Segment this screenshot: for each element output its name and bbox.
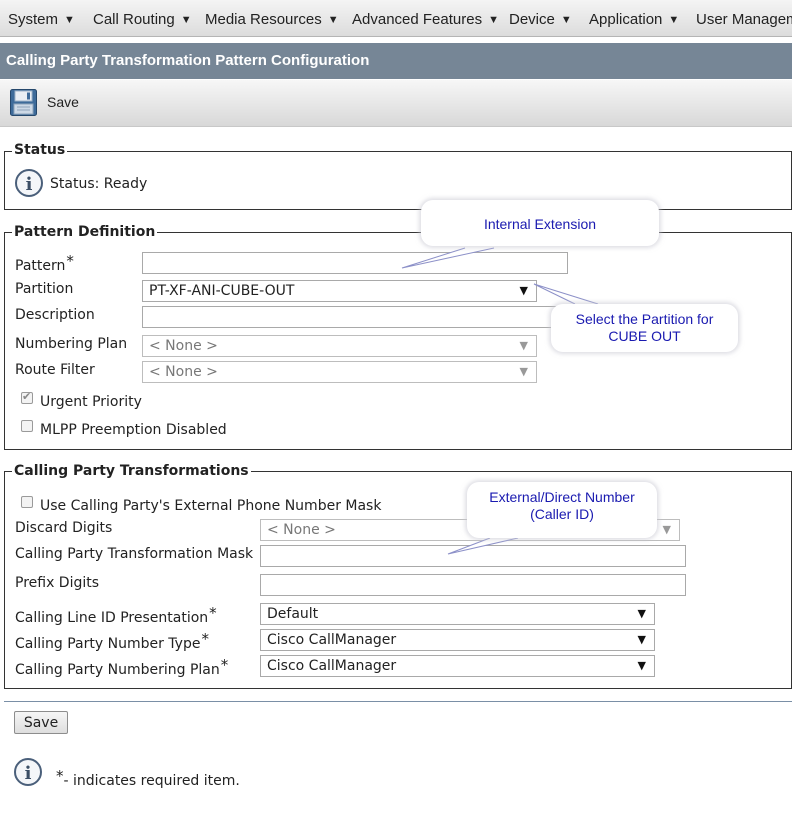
number-type-value: Cisco CallManager: [267, 632, 397, 648]
chevron-down-icon: ▼: [637, 659, 646, 672]
urgent-priority-label: Urgent Priority: [40, 394, 142, 410]
callout-internal-extension: Internal Extension: [421, 200, 659, 246]
menu-user-management[interactable]: User Managem: [696, 11, 792, 28]
svg-text:i: i: [26, 174, 33, 195]
route-filter-label: Route Filter: [15, 362, 95, 378]
number-type-select[interactable]: Cisco CallManager ▼: [260, 629, 655, 651]
chevron-down-icon: ▼: [637, 633, 646, 646]
callout-partition-line2: CUBE OUT: [608, 328, 681, 344]
menu-label: Device: [509, 11, 555, 28]
callout-external-line2: (Caller ID): [530, 506, 594, 522]
toolbar: Save: [0, 80, 792, 127]
bottom-divider: [4, 701, 792, 702]
external-mask-label: Use Calling Party's External Phone Numbe…: [40, 498, 382, 514]
callout-external-number: External/Direct Number (Caller ID): [467, 482, 657, 538]
cli-presentation-select[interactable]: Default ▼: [260, 603, 655, 625]
menu-call-routing[interactable]: Call Routing ▼: [93, 11, 192, 28]
calling-party-transformations-legend: Calling Party Transformations: [12, 463, 251, 479]
svg-text:i: i: [25, 763, 32, 784]
chevron-down-icon: ▼: [637, 607, 646, 620]
info-icon: i: [14, 758, 42, 786]
pattern-definition-legend: Pattern Definition: [12, 224, 158, 240]
discard-digits-value: < None >: [267, 522, 336, 538]
floppy-disk-icon[interactable]: [10, 89, 37, 116]
partition-select[interactable]: PT-XF-ANI-CUBE-OUT ▼: [142, 280, 537, 302]
chevron-down-icon: ▼: [327, 14, 339, 26]
partition-label: Partition: [15, 281, 74, 297]
menu-application[interactable]: Application ▼: [589, 11, 679, 28]
callout-internal-extension-text: Internal Extension: [483, 216, 597, 232]
partition-value: PT-XF-ANI-CUBE-OUT: [149, 283, 295, 299]
chevron-down-icon: ▼: [519, 339, 528, 352]
menu-system[interactable]: System ▼: [8, 11, 75, 28]
discard-digits-label: Discard Digits: [15, 520, 113, 536]
chevron-down-icon: ▼: [488, 14, 499, 26]
callout-external-line1: External/Direct Number: [489, 489, 635, 505]
calling-numbering-plan-label: Calling Party Numbering Plan*: [15, 656, 229, 678]
chevron-down-icon: ▼: [519, 365, 528, 378]
status-legend: Status: [12, 142, 68, 158]
chevron-down-icon: ▼: [519, 284, 528, 297]
chevron-down-icon: ▼: [180, 14, 192, 26]
chevron-down-icon: ▼: [64, 14, 75, 26]
menu-label: Advanced Features: [352, 11, 483, 28]
menu-media-resources[interactable]: Media Resources ▼: [205, 11, 339, 28]
pattern-input[interactable]: [142, 252, 568, 274]
mlpp-preemption-label: MLPP Preemption Disabled: [40, 422, 227, 438]
calling-numbering-plan-value: Cisco CallManager: [267, 658, 397, 674]
chevron-down-icon: ▼: [668, 14, 680, 26]
pattern-label: Pattern*: [15, 252, 74, 274]
prefix-digits-input[interactable]: [260, 574, 686, 596]
status-text: Status: Ready: [50, 176, 148, 192]
cli-presentation-value: Default: [267, 606, 319, 622]
menu-advanced-features[interactable]: Advanced Features ▼: [352, 11, 499, 28]
numbering-plan-select: < None > ▼: [142, 335, 537, 357]
external-mask-checkbox[interactable]: [21, 496, 33, 508]
title-bar: Calling Party Transformation Pattern Con…: [0, 43, 792, 79]
main-menu-bar: System ▼ Call Routing ▼ Media Resources ▼ A…: [0, 0, 792, 37]
transformation-mask-label: Calling Party Transformation Mask: [15, 546, 254, 562]
bottom-save-button[interactable]: Save: [14, 711, 68, 734]
cli-presentation-label: Calling Line ID Presentation*: [15, 604, 217, 626]
transformation-mask-input[interactable]: [260, 545, 686, 567]
info-icon: i: [15, 169, 43, 197]
chevron-down-icon: ▼: [662, 523, 671, 536]
menu-label: System: [8, 11, 59, 28]
numbering-plan-label: Numbering Plan: [15, 336, 128, 352]
menu-label: Call Routing: [93, 11, 175, 28]
callout-partition-line1: Select the Partition for: [575, 311, 714, 327]
prefix-digits-label: Prefix Digits: [15, 575, 100, 591]
description-input[interactable]: [142, 306, 568, 328]
route-filter-value: < None >: [149, 364, 218, 380]
menu-label: User Managem: [696, 11, 792, 28]
route-filter-select: < None > ▼: [142, 361, 537, 383]
required-note: *- indicates required item.: [56, 767, 240, 789]
callout-partition: Select the Partition for CUBE OUT: [551, 304, 738, 352]
number-type-label: Calling Party Number Type*: [15, 630, 209, 652]
calling-numbering-plan-select[interactable]: Cisco CallManager ▼: [260, 655, 655, 677]
urgent-priority-checkbox: [21, 390, 33, 404]
menu-label: Application: [589, 11, 663, 28]
mlpp-preemption-checkbox[interactable]: [21, 420, 33, 432]
page-title: Calling Party Transformation Pattern Con…: [6, 52, 370, 69]
status-border: [4, 151, 792, 152]
menu-device[interactable]: Device ▼: [509, 11, 572, 28]
chevron-down-icon: ▼: [560, 14, 572, 26]
menu-label: Media Resources: [205, 11, 322, 28]
numbering-plan-value: < None >: [149, 338, 218, 354]
save-button[interactable]: Save: [47, 94, 79, 110]
description-label: Description: [15, 307, 95, 323]
